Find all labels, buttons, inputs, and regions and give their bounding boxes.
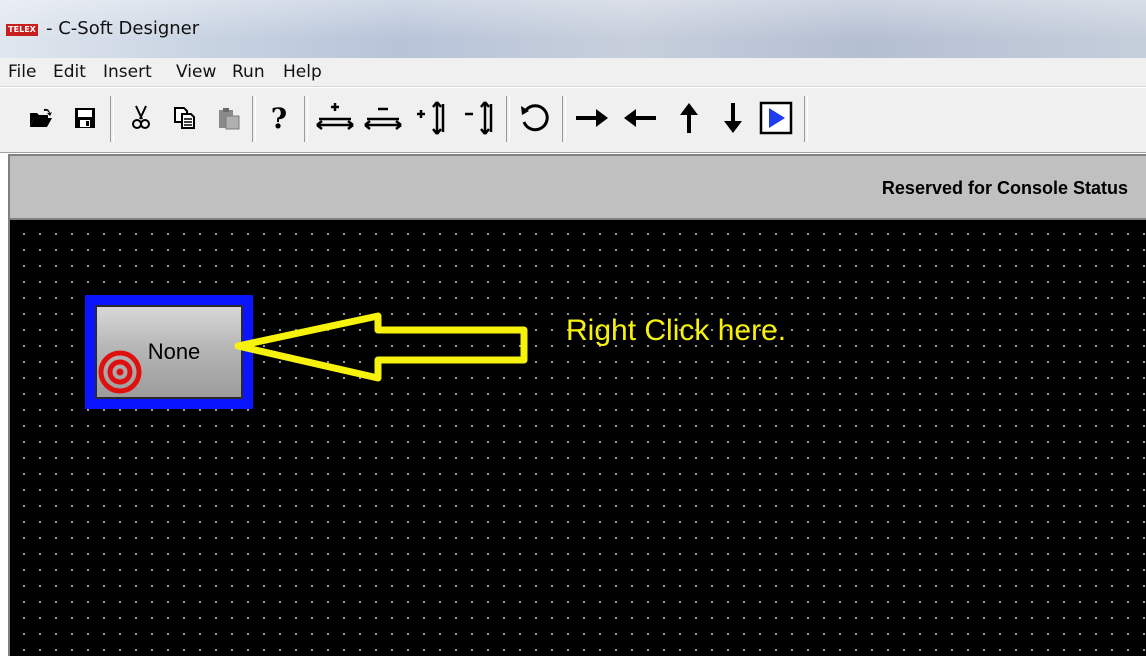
decrease-width-icon[interactable] bbox=[360, 98, 406, 138]
target-icon bbox=[96, 346, 146, 396]
pointer-arrow-annotation bbox=[234, 312, 528, 382]
window-title: - C-Soft Designer bbox=[46, 18, 200, 39]
design-grid[interactable] bbox=[10, 220, 1146, 656]
toolbar-separator bbox=[804, 96, 808, 142]
decrease-height-icon[interactable] bbox=[458, 98, 504, 138]
arrow-right-icon[interactable] bbox=[572, 98, 612, 138]
console-status-bar: Reserved for Console Status bbox=[10, 156, 1146, 220]
menu-edit[interactable]: Edit bbox=[53, 62, 86, 82]
increase-height-icon[interactable] bbox=[410, 98, 456, 138]
menu-insert[interactable]: Insert bbox=[103, 62, 152, 82]
menu-run[interactable]: Run bbox=[232, 62, 265, 82]
arrow-up-icon[interactable] bbox=[672, 98, 706, 138]
app-logo: TELEX bbox=[6, 24, 38, 36]
toolbar-separator bbox=[252, 96, 256, 142]
undo-icon[interactable] bbox=[514, 98, 554, 138]
toolbar: ? bbox=[0, 87, 1146, 153]
toolbar-separator bbox=[110, 96, 114, 142]
toolbar-separator bbox=[562, 96, 566, 142]
toolbar-separator bbox=[506, 96, 510, 142]
help-icon[interactable]: ? bbox=[262, 98, 296, 138]
toolbar-separator bbox=[304, 96, 308, 142]
title-bar: TELEX - C-Soft Designer bbox=[0, 0, 1146, 58]
menu-help[interactable]: Help bbox=[283, 62, 322, 82]
arrow-left-icon[interactable] bbox=[620, 98, 660, 138]
save-icon[interactable] bbox=[68, 98, 102, 138]
paste-icon[interactable] bbox=[212, 98, 246, 138]
menu-bar: File Edit Insert View Run Help bbox=[0, 58, 1146, 87]
open-folder-icon[interactable] bbox=[24, 98, 58, 138]
cut-icon[interactable] bbox=[124, 98, 158, 138]
arrow-down-icon[interactable] bbox=[716, 98, 750, 138]
menu-view[interactable]: View bbox=[176, 62, 216, 82]
copy-icon[interactable] bbox=[168, 98, 202, 138]
console-status-text: Reserved for Console Status bbox=[881, 178, 1128, 198]
increase-width-icon[interactable] bbox=[312, 98, 358, 138]
none-button-label: None bbox=[147, 339, 201, 364]
instruction-text: Right Click here. bbox=[566, 314, 787, 347]
run-icon[interactable] bbox=[756, 98, 796, 138]
menu-file[interactable]: File bbox=[8, 62, 36, 82]
